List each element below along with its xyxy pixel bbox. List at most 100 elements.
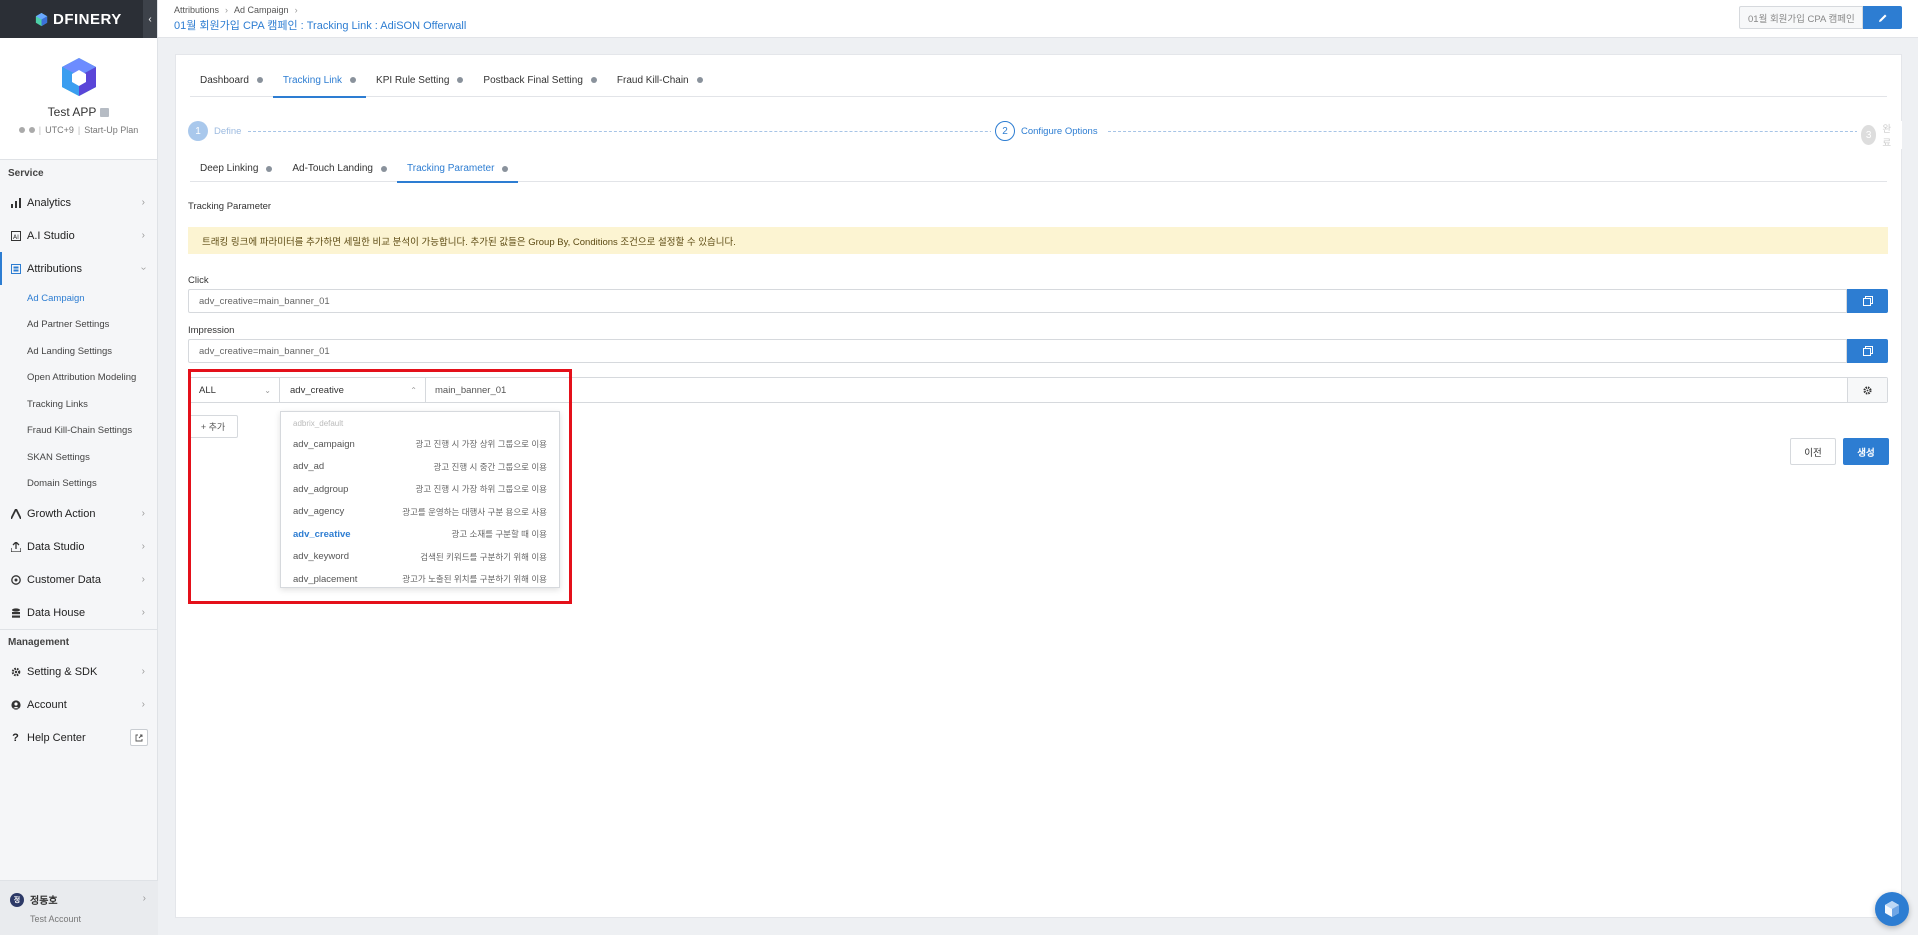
chevron-right-icon: ›	[141, 197, 145, 208]
impression-url-field	[188, 339, 1888, 363]
nav-domain-settings[interactable]: Domain Settings	[0, 471, 157, 498]
top-header: Attributions › Ad Campaign › 01월 회원가입 CP…	[158, 0, 1918, 38]
info-icon	[350, 77, 357, 83]
copy-impression-button[interactable]	[1847, 339, 1888, 363]
user-profile[interactable]: 정 정동호 Test Account ›	[0, 880, 158, 935]
tab-kpi-rule-setting[interactable]: KPI Rule Setting	[366, 63, 473, 97]
nav-fraud-kill-chain-settings[interactable]: Fraud Kill-Chain Settings	[0, 418, 157, 445]
user-name: 정동호	[30, 896, 58, 907]
click-url-input[interactable]	[188, 289, 1847, 313]
info-icon	[266, 165, 273, 172]
tab-postback-final-setting[interactable]: Postback Final Setting	[473, 63, 607, 97]
nav-ai-studio[interactable]: AI A.I Studio ›	[0, 219, 157, 252]
nav-ad-landing-settings[interactable]: Ad Landing Settings	[0, 338, 157, 365]
chevron-right-icon: ›	[141, 574, 145, 585]
ai-icon: AI	[10, 230, 21, 241]
chevron-down-icon: ›	[137, 266, 149, 271]
nav-skan-settings[interactable]: SKAN Settings	[0, 444, 157, 471]
subtab-ad-touch-landing[interactable]: Ad-Touch Landing	[282, 155, 397, 182]
info-icon	[590, 77, 597, 83]
brand-bar: DFINERY ‹	[0, 0, 157, 38]
info-icon	[457, 77, 464, 83]
breadcrumb-item[interactable]: Ad Campaign	[234, 5, 289, 15]
upload-icon	[10, 541, 21, 552]
breadcrumb-item[interactable]: Attributions	[174, 5, 219, 15]
android-icon	[18, 127, 25, 133]
app-meta: | UTC+9 | Start-Up Plan	[0, 125, 157, 135]
app-name: Test APP	[47, 105, 97, 119]
bar-chart-icon	[10, 197, 21, 208]
gear-icon	[10, 666, 21, 677]
nav-attributions[interactable]: Attributions ›	[0, 252, 157, 285]
nav-setting-sdk[interactable]: Setting & SDK ›	[0, 655, 157, 688]
apple-icon	[28, 127, 35, 133]
app-logo-icon	[61, 58, 96, 96]
attribution-icon	[10, 263, 21, 274]
gear-icon	[1863, 385, 1872, 395]
management-section-title: Management	[0, 629, 157, 655]
chevron-right-icon: ›	[141, 230, 145, 241]
info-icon	[381, 165, 387, 172]
nav-data-house[interactable]: Data House ›	[0, 596, 157, 629]
nav-analytics[interactable]: Analytics ›	[0, 186, 157, 219]
parameter-settings-button[interactable]	[1847, 378, 1887, 402]
notice-banner: 트래킹 링크에 파라미터를 추가하면 세밀한 비교 분석이 가능합니다. 추가된…	[188, 227, 1888, 254]
chevron-right-icon: ›	[141, 541, 145, 552]
chevron-right-icon: ›	[141, 508, 145, 519]
prev-button[interactable]: 이전	[1790, 438, 1836, 465]
chevron-right-icon: ›	[141, 666, 145, 677]
app-timezone: UTC+9	[45, 125, 74, 135]
target-icon	[10, 574, 21, 585]
nav-data-studio[interactable]: Data Studio ›	[0, 530, 157, 563]
stepper-line	[248, 131, 1048, 132]
copy-click-button[interactable]	[1847, 289, 1888, 313]
stepper-line	[1108, 131, 1868, 132]
user-icon	[10, 699, 21, 710]
nav-ad-partner-settings[interactable]: Ad Partner Settings	[0, 312, 157, 339]
copy-icon	[1862, 296, 1873, 306]
subtab-deep-linking[interactable]: Deep Linking	[190, 155, 282, 182]
copy-icon	[1862, 346, 1873, 356]
nav-open-attribution-modeling[interactable]: Open Attribution Modeling	[0, 365, 157, 392]
external-link-icon[interactable]	[130, 729, 148, 746]
chevron-left-icon: ‹	[148, 13, 152, 25]
info-icon	[502, 165, 509, 172]
nav-help-center[interactable]: ? Help Center	[0, 721, 157, 754]
step-configure-options: 2 Configure Options	[991, 121, 1104, 141]
brand-name: DFINERY	[53, 10, 122, 28]
impression-url-input[interactable]	[188, 339, 1847, 363]
collapse-sidebar-button[interactable]: ‹	[143, 0, 157, 38]
edit-title-button[interactable]	[1863, 6, 1902, 29]
dfinery-logo-icon	[35, 12, 48, 26]
highlight-box	[188, 369, 572, 604]
chevron-right-icon: ›	[141, 699, 145, 710]
click-url-field	[188, 289, 1888, 313]
app-settings-icon[interactable]	[100, 107, 110, 117]
tab-fraud-kill-chain[interactable]: Fraud Kill-Chain	[607, 63, 713, 97]
step-complete: 3 완료	[1857, 121, 1902, 149]
chevron-right-icon: ›	[141, 607, 145, 618]
svg-text:AI: AI	[13, 234, 19, 241]
tab-dashboard[interactable]: Dashboard	[190, 63, 273, 97]
page-title: 01월 회원가입 CPA 캠페인 : Tracking Link : AdiSO…	[174, 20, 467, 32]
breadcrumb: Attributions › Ad Campaign ›	[174, 5, 298, 15]
pencil-icon	[1878, 14, 1886, 22]
growth-icon	[10, 508, 21, 519]
nav-tracking-links[interactable]: Tracking Links	[0, 391, 157, 418]
section-heading: Tracking Parameter	[188, 201, 272, 212]
campaign-title-input[interactable]	[1739, 6, 1863, 29]
floating-help-button[interactable]	[1875, 892, 1909, 926]
tracking-subtabs: Deep Linking Ad-Touch Landing Tracking P…	[190, 155, 1887, 183]
subtab-tracking-parameter[interactable]: Tracking Parameter	[397, 155, 519, 183]
nav-growth-action[interactable]: Growth Action ›	[0, 497, 157, 530]
impression-label: Impression	[188, 325, 235, 336]
app-plan: Start-Up Plan	[84, 125, 139, 135]
chevron-right-icon: ›	[142, 893, 146, 904]
main-card: Dashboard Tracking Link KPI Rule Setting…	[175, 54, 1902, 918]
step-define: 1 Define	[188, 121, 248, 141]
nav-account[interactable]: Account ›	[0, 688, 157, 721]
tab-tracking-link[interactable]: Tracking Link	[272, 63, 367, 98]
nav-ad-campaign[interactable]: Ad Campaign	[0, 285, 157, 312]
create-button[interactable]: 생성	[1843, 438, 1889, 465]
nav-customer-data[interactable]: Customer Data ›	[0, 563, 157, 596]
